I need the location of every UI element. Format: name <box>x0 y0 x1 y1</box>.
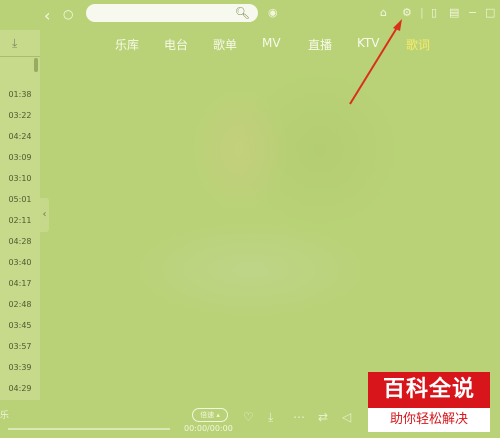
play-time: 00:00/00:00 <box>184 424 233 433</box>
loop-icon[interactable]: ⇄ <box>318 410 328 424</box>
download-icon[interactable]: ⤓ <box>268 410 273 425</box>
heart-icon[interactable]: ♡ <box>243 410 254 424</box>
more-icon[interactable]: ⋯ <box>293 410 305 424</box>
watermark-subtitle: 助你轻松解决 <box>368 408 490 432</box>
watermark-logo: 百科全说 助你轻松解决 <box>368 372 490 432</box>
volume-icon[interactable]: ◁ <box>342 410 351 424</box>
speed-label: 倍速 <box>200 411 215 419</box>
watermark-title: 百科全说 <box>368 372 490 408</box>
now-playing-ticker: 乐 <box>0 411 10 421</box>
speed-button[interactable]: 倍速 ▴ <box>192 408 228 422</box>
progress-bar[interactable] <box>8 428 170 430</box>
